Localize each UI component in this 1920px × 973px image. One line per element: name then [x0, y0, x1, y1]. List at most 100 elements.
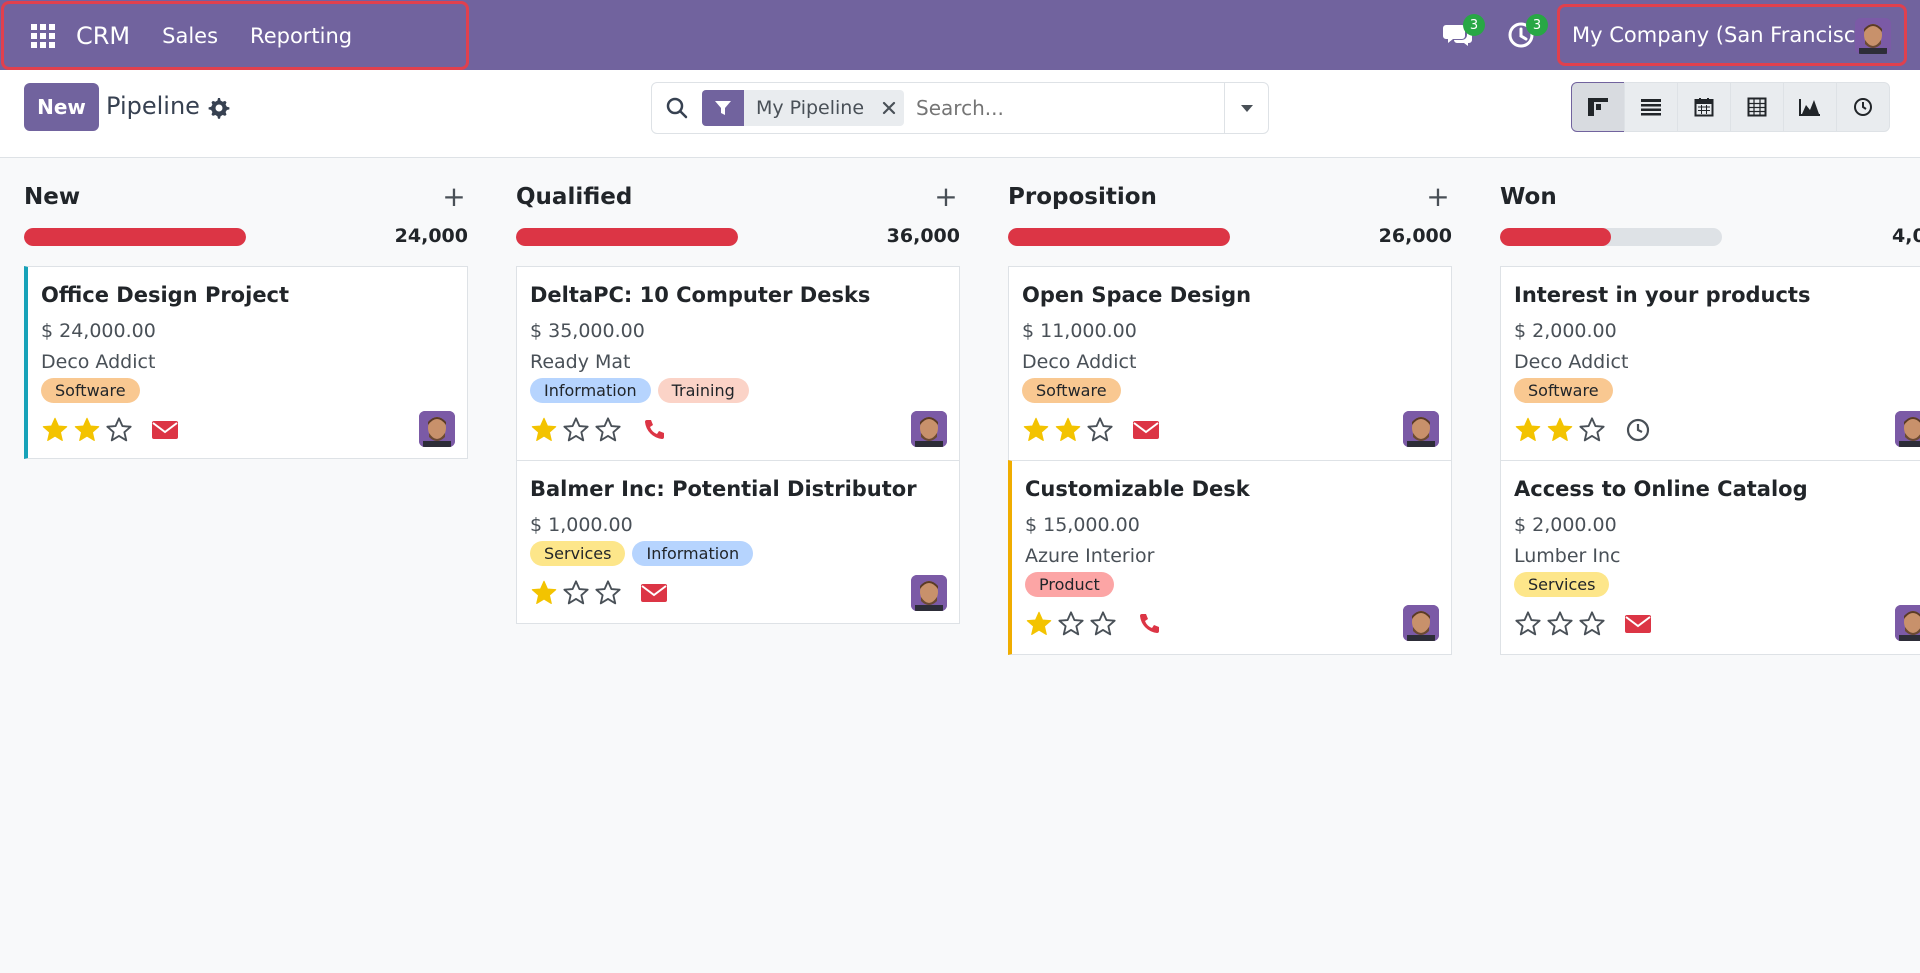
star-filled-icon[interactable]: [1025, 610, 1053, 638]
star-empty-icon[interactable]: [1578, 416, 1606, 444]
quick-create-button[interactable]: +: [932, 182, 960, 214]
app-brand-link[interactable]: CRM: [76, 22, 130, 50]
kanban-card[interactable]: Access to Online Catalog $ 2,000.00 Lumb…: [1500, 460, 1920, 655]
salesperson-avatar[interactable]: [911, 411, 947, 447]
list-view-button[interactable]: [1624, 82, 1678, 132]
kanban-card[interactable]: Balmer Inc: Potential Distributor $ 1,00…: [516, 460, 960, 624]
tag: Information: [530, 378, 651, 403]
star-filled-icon[interactable]: [1514, 416, 1542, 444]
star-empty-icon[interactable]: [1086, 416, 1114, 444]
salesperson-avatar[interactable]: [911, 575, 947, 611]
facet-label: My Pipeline: [756, 97, 865, 119]
kanban-card[interactable]: Office Design Project $ 24,000.00 Deco A…: [24, 266, 468, 459]
kanban-card[interactable]: DeltaPC: 10 Computer Desks $ 35,000.00 R…: [516, 266, 960, 461]
star-filled-icon[interactable]: [1054, 416, 1082, 444]
activity-view-button[interactable]: [1836, 82, 1890, 132]
tag: Information: [632, 541, 754, 566]
envelope-icon[interactable]: [1132, 416, 1160, 444]
envelope-icon[interactable]: [1624, 610, 1652, 638]
star-filled-icon[interactable]: [1546, 416, 1574, 444]
star-filled-icon[interactable]: [530, 416, 558, 444]
kanban-card[interactable]: Customizable Desk $ 15,000.00 Azure Inte…: [1008, 460, 1452, 655]
star-empty-icon[interactable]: [1514, 610, 1542, 638]
card-amount: $ 2,000.00: [1514, 514, 1617, 536]
card-footer: [1025, 609, 1163, 639]
salesperson-avatar[interactable]: [419, 411, 455, 447]
star-empty-icon[interactable]: [1546, 610, 1574, 638]
apps-menu-icon[interactable]: [24, 17, 62, 55]
kanban-view-button[interactable]: [1571, 82, 1625, 132]
company-name[interactable]: My Company (San Francisco): [1572, 23, 1876, 47]
menu-sales[interactable]: Sales: [162, 24, 218, 48]
star-filled-icon[interactable]: [41, 416, 69, 444]
column-total: 4,0: [1892, 225, 1920, 247]
salesperson-avatar[interactable]: [1403, 411, 1439, 447]
kanban-icon: [1588, 98, 1608, 116]
page-title: Pipeline: [106, 92, 200, 120]
star-empty-icon[interactable]: [1057, 610, 1085, 638]
star-empty-icon[interactable]: [562, 579, 590, 607]
star-empty-icon[interactable]: [105, 416, 133, 444]
card-customer: Azure Interior: [1025, 545, 1155, 567]
envelope-icon[interactable]: [151, 416, 179, 444]
menu-reporting[interactable]: Reporting: [250, 24, 352, 48]
column-progress-bar[interactable]: [1008, 228, 1230, 246]
search-options-toggle[interactable]: [1224, 83, 1268, 133]
salesperson-avatar[interactable]: [1895, 411, 1920, 447]
search-icon[interactable]: [652, 83, 702, 133]
column-header: New +: [24, 182, 468, 218]
column-progress-bar[interactable]: [24, 228, 246, 246]
activities-button[interactable]: 3: [1503, 14, 1548, 53]
clock-icon[interactable]: [1624, 416, 1652, 444]
card-tags: Services Information: [530, 541, 754, 566]
table-icon: [1747, 97, 1767, 117]
quick-create-button[interactable]: +: [440, 182, 468, 214]
star-filled-icon[interactable]: [530, 579, 558, 607]
filter-icon: [702, 90, 744, 126]
column-progress-bar[interactable]: [516, 228, 738, 246]
envelope-icon[interactable]: [640, 579, 668, 607]
card-customer: Deco Addict: [41, 351, 156, 373]
column-header: Won: [1500, 182, 1920, 218]
star-empty-icon[interactable]: [1089, 610, 1117, 638]
card-tags: Software: [1022, 378, 1121, 403]
messages-button[interactable]: 3: [1440, 14, 1485, 53]
quick-create-button[interactable]: +: [1424, 182, 1452, 214]
new-button[interactable]: New: [24, 83, 99, 131]
card-customer: Deco Addict: [1514, 351, 1629, 373]
column-title[interactable]: Won: [1500, 184, 1557, 210]
card-title: Access to Online Catalog: [1514, 477, 1808, 501]
tag: Training: [657, 378, 749, 403]
card-tags: Information Training: [530, 378, 749, 403]
phone-icon[interactable]: [640, 416, 668, 444]
kanban-card[interactable]: Interest in your products $ 2,000.00 Dec…: [1500, 266, 1920, 461]
pivot-view-button[interactable]: [1730, 82, 1784, 132]
kanban-card[interactable]: Open Space Design $ 11,000.00 Deco Addic…: [1008, 266, 1452, 461]
graph-view-button[interactable]: [1783, 82, 1837, 132]
column-title[interactable]: Qualified: [516, 184, 632, 210]
card-customer: Lumber Inc: [1514, 545, 1621, 567]
column-header: Qualified +: [516, 182, 960, 218]
star-empty-icon[interactable]: [562, 416, 590, 444]
close-icon[interactable]: [874, 90, 904, 126]
salesperson-avatar[interactable]: [1403, 605, 1439, 641]
phone-icon[interactable]: [1135, 610, 1163, 638]
calendar-view-button[interactable]: [1677, 82, 1731, 132]
card-footer: [530, 415, 668, 445]
search-input[interactable]: [916, 96, 1227, 120]
column-title[interactable]: Proposition: [1008, 184, 1157, 210]
card-amount: $ 24,000.00: [41, 320, 156, 342]
user-avatar[interactable]: [1855, 18, 1891, 54]
list-icon: [1641, 99, 1661, 116]
column-progress-bar[interactable]: [1500, 228, 1722, 246]
card-amount: $ 2,000.00: [1514, 320, 1617, 342]
salesperson-avatar[interactable]: [1895, 605, 1920, 641]
tag: Services: [1514, 572, 1610, 597]
star-empty-icon[interactable]: [1578, 610, 1606, 638]
star-filled-icon[interactable]: [1022, 416, 1050, 444]
star-empty-icon[interactable]: [594, 579, 622, 607]
gear-icon[interactable]: [206, 96, 230, 120]
star-filled-icon[interactable]: [73, 416, 101, 444]
star-empty-icon[interactable]: [594, 416, 622, 444]
column-title[interactable]: New: [24, 184, 80, 210]
